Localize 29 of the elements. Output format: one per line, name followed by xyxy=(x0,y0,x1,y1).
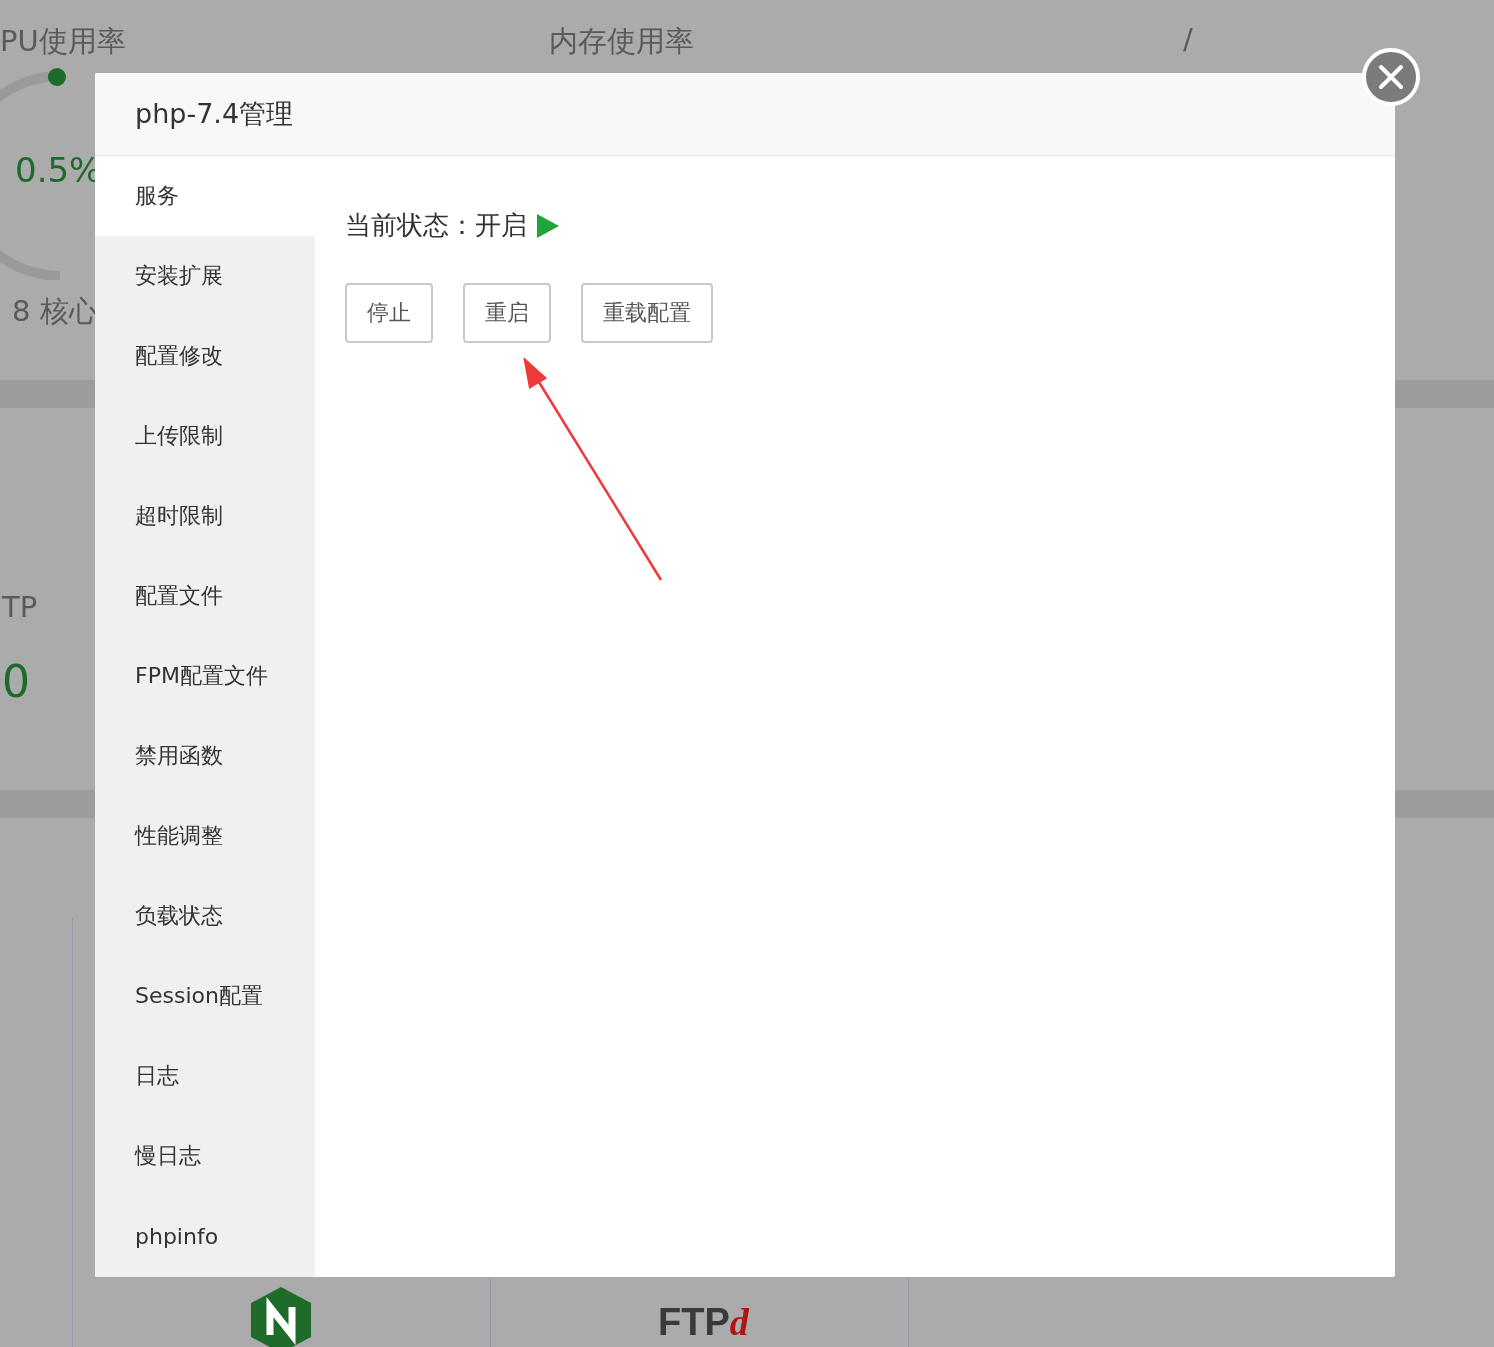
sidebar-item[interactable]: 超时限制 xyxy=(95,476,315,556)
status-text: 当前状态：开启 xyxy=(345,209,527,242)
sidebar-item[interactable]: 慢日志 xyxy=(95,1116,315,1196)
sidebar-item[interactable]: 服务 xyxy=(95,156,315,236)
cpu-cores: 8 核心 xyxy=(12,293,98,330)
ftp-label: TP xyxy=(2,590,38,624)
sidebar-item[interactable]: 上传限制 xyxy=(95,396,315,476)
sidebar-item[interactable]: 配置文件 xyxy=(95,556,315,636)
ftp-count: 0 xyxy=(2,656,30,707)
ftp-logo: FTPd xyxy=(658,1300,749,1344)
sidebar-item[interactable]: 负载状态 xyxy=(95,876,315,956)
sidebar-item[interactable]: FPM配置文件 xyxy=(95,636,315,716)
sidebar-item[interactable]: 日志 xyxy=(95,1036,315,1116)
close-icon xyxy=(1378,64,1404,90)
sidebar-item[interactable]: Session配置 xyxy=(95,956,315,1036)
action-button[interactable]: 停止 xyxy=(345,283,433,343)
close-button[interactable] xyxy=(1362,48,1420,106)
sidebar-item[interactable]: 配置修改 xyxy=(95,316,315,396)
sidebar-item[interactable]: 安装扩展 xyxy=(95,236,315,316)
memory-usage-title: 内存使用率 xyxy=(549,23,694,60)
dialog-title: php-7.4管理 xyxy=(135,97,294,131)
action-button[interactable]: 重启 xyxy=(463,283,551,343)
sidebar-item[interactable]: phpinfo xyxy=(95,1196,315,1276)
action-button[interactable]: 重载配置 xyxy=(581,283,713,343)
hexagon-logo-icon xyxy=(248,1285,314,1347)
sidebar-item[interactable]: 性能调整 xyxy=(95,796,315,876)
disk-title: / xyxy=(1183,22,1193,56)
sidebar-item[interactable]: 禁用函数 xyxy=(95,716,315,796)
cpu-usage-title: PU使用率 xyxy=(0,23,126,60)
